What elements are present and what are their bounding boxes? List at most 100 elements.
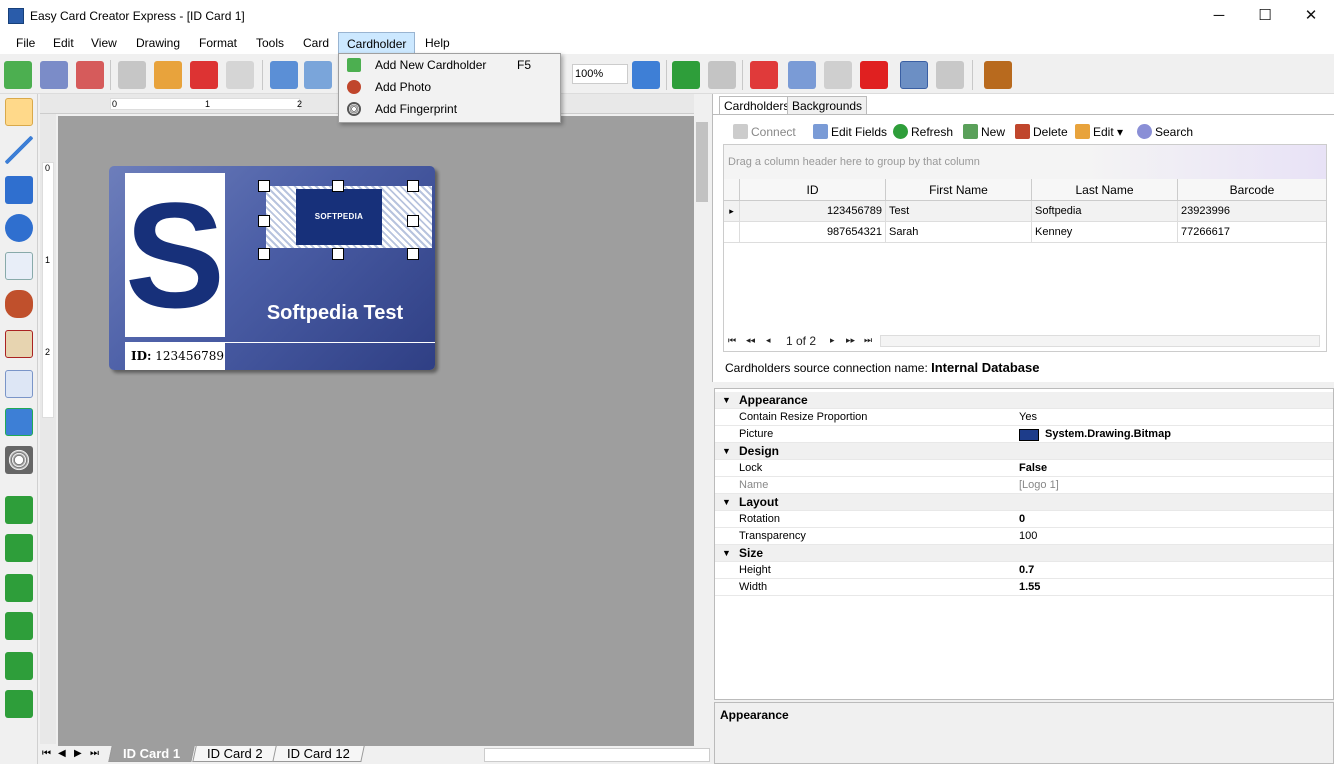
edit-cardholder-button[interactable]: Edit ▾ [1075,124,1123,140]
cell-first-name[interactable]: Test [886,201,1032,222]
collapse-chevron-icon[interactable]: ▼ [722,494,731,511]
align-right-icon[interactable] [5,612,33,640]
preview-icon[interactable] [900,61,928,89]
prev-page-button[interactable]: ◀ [58,748,66,759]
menu-tools[interactable]: Tools [248,32,292,54]
collapse-chevron-icon[interactable]: ▼ [722,392,731,409]
barcode-tool-icon[interactable] [5,330,33,358]
close-card-icon[interactable] [76,61,104,89]
menu-format[interactable]: Format [191,32,245,54]
tab-id-card-2[interactable]: ID Card 2 [192,746,278,762]
property-category[interactable]: ▼ Appearance [715,392,1333,409]
edit-card-icon[interactable] [154,61,182,89]
property-row[interactable]: Name [Logo 1] [715,477,1333,494]
property-value[interactable]: 100 [1019,528,1037,545]
card-id-field[interactable]: ID: 123456789 [125,342,225,370]
cell-barcode[interactable]: 23923996 [1178,201,1326,222]
align-bottom-icon[interactable] [5,690,33,718]
property-value[interactable]: Yes [1019,409,1037,426]
ellipse-tool-icon[interactable] [5,214,33,242]
align-middle-icon[interactable] [5,652,33,680]
pager-next-page-button[interactable]: ▸▸ [846,335,855,346]
menu-edit[interactable]: Edit [45,32,82,54]
property-value[interactable]: 0 [1019,511,1025,528]
connect-button[interactable]: Connect [733,124,796,140]
tab-cardholders[interactable]: Cardholders [719,96,795,114]
new-cardholder-button[interactable]: New [963,124,1005,140]
menu-cardholder[interactable]: Cardholder [338,32,416,54]
property-row[interactable]: Picture System.Drawing.Bitmap [715,426,1333,443]
pager-prev-page-button[interactable]: ◂◂ [746,335,755,346]
resize-handle[interactable] [407,248,419,260]
property-value[interactable]: [Logo 1] [1019,477,1059,494]
group-by-area[interactable]: Drag a column header here to group by th… [724,145,1326,179]
table-tool-icon[interactable] [5,370,33,398]
property-row[interactable]: Contain Resize Proportion Yes [715,409,1333,426]
redo-icon[interactable] [708,61,736,89]
pointer-hand-icon[interactable] [5,98,33,126]
new-card-icon[interactable] [4,61,32,89]
column-header-barcode[interactable]: Barcode [1178,179,1326,201]
cell-id[interactable]: 123456789 [740,201,886,222]
add-new-cardholder-item[interactable]: Add New Cardholder F5 [343,54,557,76]
menu-view[interactable]: View [83,32,125,54]
text-tool-icon[interactable] [5,252,33,280]
pager-next-button[interactable]: ▸ [830,335,835,346]
cell-last-name[interactable]: Softpedia [1032,201,1178,222]
settings-gear-icon[interactable] [270,61,298,89]
card-photo-box[interactable]: S [125,173,225,337]
property-row[interactable]: Lock False [715,460,1333,477]
minimize-button[interactable]: ─ [1196,0,1242,32]
property-row[interactable]: Height 0.7 [715,562,1333,579]
photo-tool-icon[interactable] [5,290,33,318]
collapse-chevron-icon[interactable]: ▼ [722,545,731,562]
property-value[interactable]: False [1019,460,1047,477]
table-row[interactable]: ▸ 123456789 Test Softpedia 23923996 [724,201,1326,222]
undo-icon[interactable] [672,61,700,89]
open-card-icon[interactable] [40,61,68,89]
align-left-icon[interactable] [5,496,33,524]
pager-last-button[interactable]: ⏭ [864,335,872,346]
menu-file[interactable]: File [8,32,43,54]
align-center-icon[interactable] [5,534,33,562]
next-page-button[interactable]: ▶ [74,748,82,759]
pager-prev-button[interactable]: ◂ [766,335,771,346]
line-tool-icon[interactable] [5,136,33,164]
cell-first-name[interactable]: Sarah [886,222,1032,243]
zoom-out-icon[interactable] [304,61,332,89]
resize-handle[interactable] [332,248,344,260]
menu-help[interactable]: Help [417,32,458,54]
table-row[interactable]: 987654321 Sarah Kenney 77266617 [724,222,1326,243]
add-photo-item[interactable]: Add Photo [343,76,557,98]
maximize-button[interactable]: ☐ [1242,0,1288,32]
zoom-in-icon[interactable] [632,61,660,89]
menu-drawing[interactable]: Drawing [128,32,188,54]
resize-handle[interactable] [258,215,270,227]
collapse-chevron-icon[interactable]: ▼ [722,443,731,460]
delete-icon[interactable] [860,61,888,89]
cell-barcode[interactable]: 77266617 [1178,222,1326,243]
property-category[interactable]: ▼ Size [715,545,1333,562]
grid-horizontal-scrollbar[interactable] [880,335,1320,347]
edit-fields-button[interactable]: Edit Fields [813,124,887,140]
print-preview-icon[interactable] [936,61,964,89]
delete-cardholder-button[interactable]: Delete [1015,124,1068,140]
last-page-button[interactable]: ⏭ [90,748,99,759]
scrollbar-thumb[interactable] [696,122,708,202]
cut-icon[interactable] [750,61,778,89]
id-card[interactable]: S SOFTPEDIA Softpedia Test ID: 123456789 [109,166,435,370]
close-button[interactable]: ✕ [1288,0,1334,32]
align-top-icon[interactable] [5,574,33,602]
rectangle-tool-icon[interactable] [5,176,33,204]
pager-first-button[interactable]: ⏮ [728,335,736,346]
resize-handle[interactable] [332,180,344,192]
first-page-button[interactable]: ⏮ [42,748,51,759]
tab-backgrounds[interactable]: Backgrounds [787,96,868,114]
cell-last-name[interactable]: Kenney [1032,222,1178,243]
print-icon[interactable] [118,61,146,89]
zoom-select[interactable]: 100% [572,64,628,84]
card-properties-icon[interactable] [226,61,254,89]
image-tool-icon[interactable] [5,408,33,436]
property-row[interactable]: Transparency 100 [715,528,1333,545]
resize-handle[interactable] [407,180,419,192]
